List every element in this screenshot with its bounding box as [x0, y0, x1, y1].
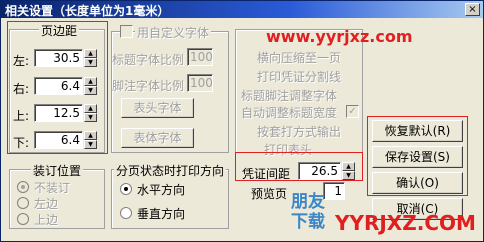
- vertical-label: 垂直方向: [137, 207, 186, 221]
- binding-group-label: 装订位置: [31, 162, 84, 179]
- close-button[interactable]: ×: [465, 3, 480, 16]
- option-label: 自动调整标题宽度: [241, 106, 338, 120]
- horizontal-label: 水平方向: [137, 183, 186, 197]
- binding-radio-left[interactable]: [17, 197, 29, 209]
- option-label: 横向压缩至一页: [257, 51, 342, 65]
- footer-ratio-input[interactable]: 100: [187, 74, 213, 92]
- binding-radio-top[interactable]: [17, 213, 29, 225]
- page-direction-group-label: 分页状态时打印方向: [114, 162, 227, 179]
- horizontal-radio[interactable]: [120, 183, 132, 195]
- custom-font-label: 用自定义字体: [135, 24, 212, 41]
- binding-option-label: 上边: [34, 213, 59, 227]
- voucher-spacing-highlight: [235, 152, 363, 181]
- title-ratio-label: 标题字体比例: [112, 53, 185, 67]
- footer-ratio-label: 脚注字体比例: [112, 79, 185, 93]
- title-ratio-input[interactable]: 100: [187, 48, 213, 66]
- binding-radio-none[interactable]: [17, 181, 29, 193]
- watermark-site-2: YYRJXZ.COM: [335, 211, 476, 235]
- window-title: 相关设置（长度单位为1毫米）: [5, 4, 170, 18]
- option-label: 打印凭证分割线: [257, 70, 342, 84]
- custom-font-checkbox[interactable]: [120, 25, 133, 38]
- settings-dialog: 相关设置（长度单位为1毫米） × 页边距 左: 30.5 ▲ ▼ 右: 6.4 ▲…: [0, 0, 484, 242]
- watermark-brand-bottom: 下载: [291, 212, 325, 232]
- preview-page-input[interactable]: 1: [323, 182, 345, 200]
- margins-highlight: [7, 21, 108, 154]
- buttons-highlight: [367, 116, 468, 196]
- body-font-button[interactable]: 表体字体: [121, 128, 194, 148]
- option-label: 标题脚注调整字体: [241, 89, 338, 103]
- binding-option-label: 左边: [34, 197, 59, 211]
- option-label: 按套打方式输出: [257, 125, 342, 139]
- title-bar[interactable]: 相关设置（长度单位为1毫米） ×: [1, 1, 483, 18]
- watermark-site: www.yyrjxz.com: [266, 27, 413, 46]
- vertical-radio[interactable]: [120, 207, 132, 219]
- header-font-button[interactable]: 表头字体: [121, 98, 194, 118]
- binding-option-label: 不装订: [34, 181, 71, 195]
- preview-page-label: 预览页: [251, 187, 288, 201]
- auto-title-width-checkbox[interactable]: ✓: [346, 105, 359, 118]
